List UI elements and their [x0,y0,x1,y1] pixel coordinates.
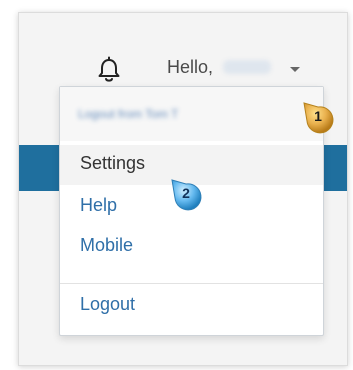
menu-item-logout[interactable]: Logout [80,294,135,315]
callout-1-number: 1 [314,108,322,124]
menu-item-mobile[interactable]: Mobile [80,235,133,256]
dropdown-header: Logout from Tom T [60,87,323,141]
chevron-down-icon[interactable] [290,67,300,72]
greeting-text: Hello, [167,57,214,77]
menu-item-settings[interactable]: Settings [80,153,145,174]
menu-divider [60,283,323,284]
callout-1: 1 [298,97,338,137]
user-name-blurred [223,60,272,74]
bell-icon[interactable] [94,55,124,85]
user-menu-toggle[interactable]: Hello, [167,57,272,78]
callout-2: 2 [166,174,206,214]
logout-from-text[interactable]: Logout from Tom T [78,107,178,121]
callout-2-number: 2 [182,185,190,201]
menu-item-help[interactable]: Help [80,195,117,216]
